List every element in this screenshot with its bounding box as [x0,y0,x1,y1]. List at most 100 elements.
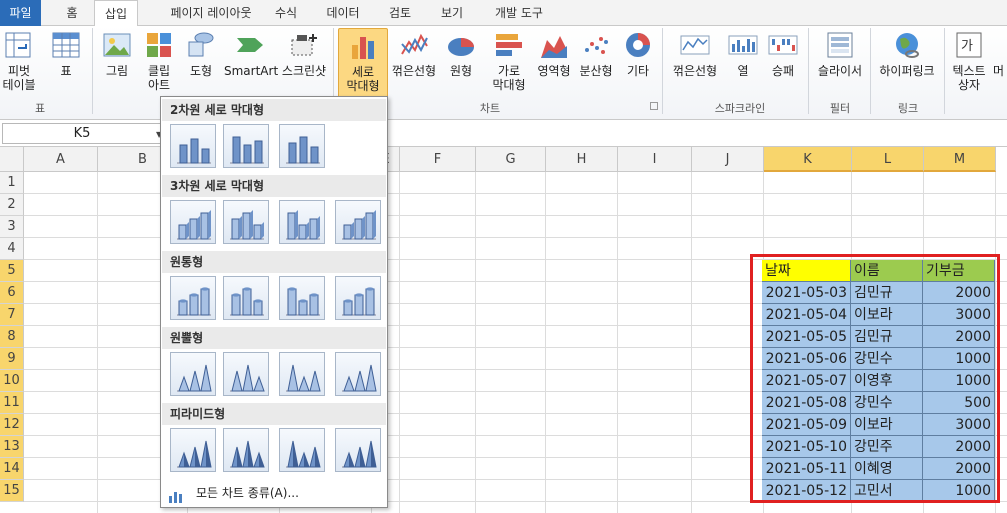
row-header-10[interactable]: 10 [0,370,24,392]
sparkline-line-button[interactable]: 꺾은선형 [667,28,723,104]
chart-subtype-thumbnail[interactable] [170,200,216,244]
chart-subtype-thumbnail[interactable] [335,276,381,320]
chart-subtype-thumbnail[interactable] [279,124,325,168]
column-header-a[interactable]: A [24,147,98,172]
chart-subtype-thumbnail[interactable] [279,200,325,244]
other-charts-button[interactable]: 기타 [618,28,658,104]
chart-types-icon [168,487,184,503]
group-separator [808,28,809,114]
slicer-button[interactable]: 슬라이서 [812,28,868,104]
column-header-i[interactable]: I [618,147,692,172]
pivot-table-button[interactable]: 피벗 테이블 [0,28,38,104]
chart-subtype-thumbnail[interactable] [170,276,216,320]
row-header-1[interactable]: 1 [0,172,24,194]
tab-developer[interactable]: 개발 도구 [487,0,551,26]
excel-window: 파일 홈 삽입 페이지 레이아웃 수식 데이터 검토 보기 개발 도구 피벗 테… [0,0,1007,513]
chart-subtype-thumbnail[interactable] [223,428,269,472]
column-header-j[interactable]: J [692,147,764,172]
hyperlink-globe-icon [892,30,922,60]
gallery-section-3d-column: 3차원 세로 막대형 [162,175,386,197]
group-label-table: 표 [34,102,46,115]
row-header-12[interactable]: 12 [0,414,24,436]
group-separator [662,28,663,114]
chart-subtype-thumbnail[interactable] [223,200,269,244]
chart-dialog-launcher-icon[interactable] [650,102,658,110]
column-header-l[interactable]: L [852,147,924,172]
tab-page-layout[interactable]: 페이지 레이아웃 [150,0,272,26]
highlight-box [750,254,1000,503]
smartart-button[interactable]: SmartArt [224,28,278,104]
screenshot-button[interactable]: 스크린샷 [278,28,330,104]
row-header-6[interactable]: 6 [0,282,24,304]
pie-chart-button[interactable]: 원형 [440,28,482,104]
area-chart-icon [539,30,569,60]
tab-home[interactable]: 홈 [57,0,87,26]
tab-view[interactable]: 보기 [436,0,468,26]
chart-subtype-thumbnail[interactable] [279,428,325,472]
tab-review[interactable]: 검토 [384,0,416,26]
textbox-button[interactable]: 가 텍스트 상자 [948,28,990,104]
group-separator [870,28,871,114]
sparkline-column-icon [728,30,758,60]
scatter-chart-button[interactable]: 분산형 [576,28,616,104]
row-header-14[interactable]: 14 [0,458,24,480]
shapes-icon [186,30,216,60]
row-header-15[interactable]: 15 [0,480,24,502]
group-label-chart: 차트 [479,102,501,115]
chart-subtype-thumbnail[interactable] [279,352,325,396]
column-header-h[interactable]: H [546,147,618,172]
chart-subtype-thumbnail[interactable] [223,124,269,168]
chart-subtype-thumbnail[interactable] [170,352,216,396]
chart-subtype-thumbnail[interactable] [223,276,269,320]
row-header-8[interactable]: 8 [0,326,24,348]
row-header-9[interactable]: 9 [0,348,24,370]
tab-data[interactable]: 데이터 [321,0,365,26]
column-header-f[interactable]: F [400,147,476,172]
shapes-button[interactable]: 도형 [182,28,220,104]
name-box[interactable]: K5 [2,123,162,144]
pie-chart-icon [446,30,476,60]
row-header-5[interactable]: 5 [0,260,24,282]
bar-chart-icon [494,30,524,60]
line-chart-icon [399,30,429,60]
area-chart-button[interactable]: 영역형 [534,28,574,104]
hyperlink-button[interactable]: 하이퍼링크 [874,28,940,104]
chart-subtype-thumbnail[interactable] [335,428,381,472]
chart-subtype-thumbnail[interactable] [223,352,269,396]
column-header-k[interactable]: K [764,147,852,172]
textbox-icon: 가 [954,30,984,60]
chart-subtype-thumbnail[interactable] [170,428,216,472]
column-chart-button[interactable]: 세로 막대형 [338,28,388,104]
select-all-corner[interactable] [0,147,24,172]
chart-subtype-thumbnail[interactable] [279,276,325,320]
chart-subtype-thumbnail[interactable] [335,200,381,244]
table-button[interactable]: 표 [46,28,86,104]
clipart-button[interactable]: 클립 아트 [140,28,178,104]
bar-chart-button[interactable]: 가로 막대형 [484,28,534,104]
sparkline-winloss-button[interactable]: 승패 [764,28,802,104]
row-header-13[interactable]: 13 [0,436,24,458]
line-chart-button[interactable]: 꺾은선형 [390,28,438,104]
header-footer-button[interactable]: 머 [990,28,1007,104]
picture-icon [102,30,132,60]
worksheet-grid[interactable]: ABCDEFGHIJKLM 123456789101112131415 날짜이름… [0,147,1007,513]
picture-button[interactable]: 그림 [98,28,136,104]
tab-file[interactable]: 파일 [0,0,41,26]
screenshot-icon [289,30,319,60]
row-header-3[interactable]: 3 [0,216,24,238]
row-header-2[interactable]: 2 [0,194,24,216]
gallery-section-pyramid: 피라미드형 [162,403,386,425]
all-chart-types-link[interactable]: 모든 차트 종류(A)... [162,481,386,505]
column-header-g[interactable]: G [476,147,546,172]
column-gridline [691,172,692,513]
chart-subtype-thumbnail[interactable] [170,124,216,168]
tab-formulas[interactable]: 수식 [270,0,302,26]
ribbon-tab-bar: 파일 홈 삽입 페이지 레이아웃 수식 데이터 검토 보기 개발 도구 [0,0,1007,27]
row-header-7[interactable]: 7 [0,304,24,326]
row-header-11[interactable]: 11 [0,392,24,414]
sparkline-column-button[interactable]: 열 [725,28,761,104]
tab-insert[interactable]: 삽입 [94,0,138,27]
row-header-4[interactable]: 4 [0,238,24,260]
chart-subtype-thumbnail[interactable] [335,352,381,396]
column-header-m[interactable]: M [924,147,996,172]
